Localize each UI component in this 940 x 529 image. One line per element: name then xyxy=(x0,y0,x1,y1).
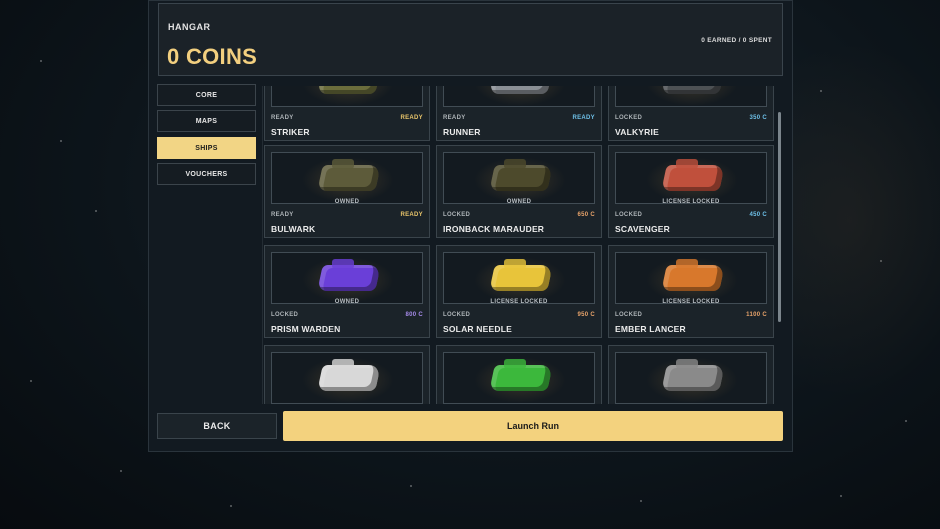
ship-price: 650 C xyxy=(577,212,595,218)
ship-name: PRISM WARDEN xyxy=(271,324,341,334)
ship-card[interactable]: LICENSE LOCKED LOCKED 450 C SCAVENGER xyxy=(608,145,774,238)
ship-ownership-label: LICENSE LOCKED xyxy=(662,299,720,305)
ship-status: LOCKED xyxy=(615,212,643,218)
ship-name: SOLAR NEEDLE xyxy=(443,324,512,334)
ship-card[interactable]: OWNED LOCKED 800 C PRISM WARDEN xyxy=(264,245,430,338)
ship-name: STRIKER xyxy=(271,127,310,137)
ship-status: READY xyxy=(443,115,466,121)
ship-preview xyxy=(271,252,423,304)
ship-preview xyxy=(615,152,767,204)
ship-ownership-label: OWNED xyxy=(334,199,360,205)
ship-ownership-label: OWNED xyxy=(334,299,360,305)
ship-card[interactable]: OWNED LOCKED 650 C IRONBACK MARAUDER xyxy=(436,145,602,238)
ship-ownership-label: LICENSE LOCKED xyxy=(490,299,548,305)
ship-fin xyxy=(504,359,526,369)
ship-card[interactable]: OWNED READY READY BULWARK xyxy=(264,145,430,238)
ship-price: 1100 C xyxy=(746,312,767,318)
ship-ownership-label: OWNED xyxy=(506,199,532,205)
ship-price: READY xyxy=(400,212,423,218)
tab-vouchers[interactable]: VOUCHERS xyxy=(157,163,256,185)
ship-card[interactable] xyxy=(436,345,602,404)
ship-name: VALKYRIE xyxy=(615,127,659,137)
ship-fin xyxy=(332,359,354,369)
ship-card[interactable]: READY READY STRIKER xyxy=(264,86,430,141)
ship-status: READY xyxy=(271,212,294,218)
ship-card[interactable] xyxy=(264,345,430,404)
ship-price: 450 C xyxy=(749,212,767,218)
striker-ship-icon xyxy=(317,86,381,94)
ship-fin xyxy=(676,359,698,369)
ship-card[interactable]: LICENSE LOCKED LOCKED 1100 C EMBER LANCER xyxy=(608,245,774,338)
ship-name: RUNNER xyxy=(443,127,481,137)
ship-fin xyxy=(332,259,354,269)
tab-core[interactable]: CORE xyxy=(157,84,256,106)
ship-name: IRONBACK MARAUDER xyxy=(443,224,545,234)
ship-name: SCAVENGER xyxy=(615,224,671,234)
ship-preview xyxy=(443,86,595,107)
ship-price: READY xyxy=(400,115,423,121)
ship-fin xyxy=(676,159,698,169)
tab-ships[interactable]: SHIPS xyxy=(157,137,256,159)
ship-preview xyxy=(615,86,767,107)
hangar-header: HANGAR 0 COINS 0 EARNED / 0 SPENT xyxy=(158,3,783,76)
ship-card[interactable]: READY READY RUNNER xyxy=(436,86,602,141)
valkyrie-ship-icon xyxy=(661,86,725,94)
ship-preview xyxy=(615,352,767,404)
ship-grid: READY READY STRIKER READY READY RUNNER LOCKED 3… xyxy=(262,86,774,404)
ship-price: 350 C xyxy=(749,115,767,121)
ship-status: LOCKED xyxy=(615,312,643,318)
ship-status: READY xyxy=(271,115,294,121)
ship-status: LOCKED xyxy=(615,115,643,121)
ship-card[interactable]: LICENSE LOCKED LOCKED 950 C SOLAR NEEDLE xyxy=(436,245,602,338)
ship-price: READY xyxy=(572,115,595,121)
launch-run-button[interactable]: Launch Run xyxy=(283,411,783,441)
ship-preview xyxy=(443,252,595,304)
ship-fin xyxy=(332,159,354,169)
section-title: HANGAR xyxy=(168,22,211,32)
ship-name: EMBER LANCER xyxy=(615,324,686,334)
ship-fin xyxy=(504,259,526,269)
ship-price: 950 C xyxy=(577,312,595,318)
ship-preview xyxy=(271,152,423,204)
ship-status: LOCKED xyxy=(443,312,471,318)
back-button[interactable]: BACK xyxy=(157,413,277,439)
coins-balance: 0 COINS xyxy=(167,44,258,69)
ship-name: BULWARK xyxy=(271,224,316,234)
ship-status: LOCKED xyxy=(443,212,471,218)
ship-ownership-label: LICENSE LOCKED xyxy=(662,199,720,205)
tab-maps[interactable]: MAPS xyxy=(157,110,256,132)
ship-preview xyxy=(443,352,595,404)
runner-ship-icon xyxy=(489,86,553,94)
ship-price: 800 C xyxy=(405,312,423,318)
scrollbar-thumb[interactable] xyxy=(778,112,781,322)
ship-preview xyxy=(271,86,423,107)
earned-spent-summary: 0 EARNED / 0 SPENT xyxy=(701,37,772,44)
ship-card[interactable]: LOCKED 350 C VALKYRIE xyxy=(608,86,774,141)
ship-preview xyxy=(615,252,767,304)
ship-preview xyxy=(443,152,595,204)
ship-fin xyxy=(504,159,526,169)
ship-preview xyxy=(271,352,423,404)
ship-fin xyxy=(676,259,698,269)
ship-status: LOCKED xyxy=(271,312,299,318)
ship-card[interactable] xyxy=(608,345,774,404)
